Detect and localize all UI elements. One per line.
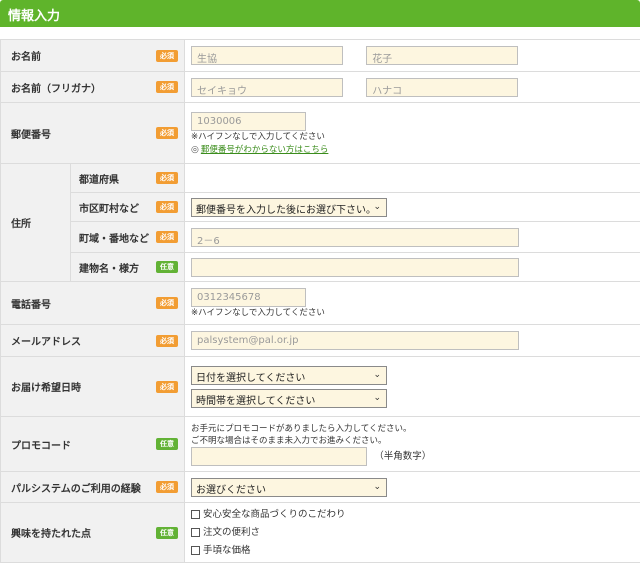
row-name: お名前 必須 生協 花子 bbox=[1, 40, 640, 72]
phone-input[interactable]: 0312345678 bbox=[191, 288, 306, 307]
prefecture-value bbox=[185, 164, 640, 193]
label-address: 住所 bbox=[1, 164, 71, 282]
required-badge: 必須 bbox=[156, 381, 178, 393]
city-select[interactable]: 郵便番号を入力した後にお選び下さい。 ⌄ bbox=[191, 198, 387, 217]
label-interests: 興味を持たれた点 任意 bbox=[1, 503, 185, 563]
row-interests: 興味を持たれた点 任意 安心安全な商品づくりのこだわり 注文の便利さ 手頃な価格 bbox=[1, 503, 640, 563]
label-name: お名前 必須 bbox=[1, 40, 185, 72]
label-promo: プロモコード 任意 bbox=[1, 417, 185, 472]
required-badge: 必須 bbox=[156, 481, 178, 493]
required-badge: 必須 bbox=[156, 172, 178, 184]
first-name-input[interactable]: 花子 bbox=[366, 46, 518, 65]
row-street: 町域・番地など 必須 2－6 bbox=[1, 222, 640, 253]
interest-checkbox[interactable]: 安心安全な商品づくりのこだわり bbox=[191, 506, 634, 524]
promo-code-input[interactable] bbox=[191, 447, 367, 466]
row-promo: プロモコード 任意 お手元にプロモコードがありましたら入力してください。 ご不明… bbox=[1, 417, 640, 472]
postal-code-input[interactable]: 1030006 bbox=[191, 112, 306, 131]
first-name-kana-input[interactable]: ハナコ bbox=[366, 78, 518, 97]
row-experience: パルシステムのご利用の経験 必須 お選びください ⌄ bbox=[1, 472, 640, 503]
checkbox-icon bbox=[191, 546, 200, 555]
street-input[interactable]: 2－6 bbox=[191, 228, 519, 247]
row-city: 市区町村など 必須 郵便番号を入力した後にお選び下さい。 ⌄ bbox=[1, 193, 640, 222]
optional-badge: 任意 bbox=[156, 438, 178, 450]
phone-note: ※ハイフンなしで入力してください bbox=[191, 307, 634, 319]
experience-select[interactable]: お選びください ⌄ bbox=[191, 478, 387, 497]
label-experience: パルシステムのご利用の経験 必須 bbox=[1, 472, 185, 503]
checkbox-icon bbox=[191, 528, 200, 537]
section-header: 情報入力 bbox=[0, 0, 640, 27]
optional-badge: 任意 bbox=[156, 261, 178, 273]
row-delivery: お届け希望日時 必須 日付を選択してください ⌄ 時間帯を選択してください ⌄ bbox=[1, 357, 640, 417]
last-name-kana-input[interactable]: セイキョウ bbox=[191, 78, 343, 97]
label-delivery: お届け希望日時 必須 bbox=[1, 357, 185, 417]
promo-note-2: ご不明な場合はそのまま未入力でお進みください。 bbox=[191, 435, 634, 447]
building-input[interactable] bbox=[191, 258, 519, 277]
delivery-time-select[interactable]: 時間帯を選択してください ⌄ bbox=[191, 389, 387, 408]
section-title: 情報入力 bbox=[8, 9, 60, 24]
row-name-kana: お名前（フリガナ） 必須 セイキョウ ハナコ bbox=[1, 72, 640, 103]
label-email: メールアドレス 必須 bbox=[1, 325, 185, 357]
delivery-date-select[interactable]: 日付を選択してください ⌄ bbox=[191, 366, 387, 385]
required-badge: 必須 bbox=[156, 231, 178, 243]
required-badge: 必須 bbox=[156, 335, 178, 347]
info-form: お名前 必須 生協 花子 お名前（フリガナ） 必須 セイキョウ ハナコ 郵便番号… bbox=[0, 39, 640, 563]
row-building: 建物名・様方 任意 bbox=[1, 253, 640, 282]
required-badge: 必須 bbox=[156, 201, 178, 213]
chevron-down-icon: ⌄ bbox=[373, 482, 381, 492]
promo-note-1: お手元にプロモコードがありましたら入力してください。 bbox=[191, 423, 634, 435]
postal-lookup-link[interactable]: 郵便番号がわからない方はこちら bbox=[201, 145, 329, 155]
row-phone: 電話番号 必須 0312345678 ※ハイフンなしで入力してください bbox=[1, 282, 640, 325]
label-prefecture: 都道府県 必須 bbox=[71, 164, 185, 193]
postal-note: ※ハイフンなしで入力してください bbox=[191, 131, 634, 143]
last-name-input[interactable]: 生協 bbox=[191, 46, 343, 65]
label-postal: 郵便番号 必須 bbox=[1, 103, 185, 164]
link-icon: ◎ bbox=[191, 145, 199, 155]
row-postal: 郵便番号 必須 1030006 ※ハイフンなしで入力してください ◎郵便番号がわ… bbox=[1, 103, 640, 164]
required-badge: 必須 bbox=[156, 50, 178, 62]
row-email: メールアドレス 必須 palsystem@pal.or.jp bbox=[1, 325, 640, 357]
checkbox-icon bbox=[191, 510, 200, 519]
label-phone: 電話番号 必須 bbox=[1, 282, 185, 325]
interest-checkbox[interactable]: 手頃な価格 bbox=[191, 542, 634, 560]
promo-suffix: （半角数字） bbox=[374, 451, 431, 462]
required-badge: 必須 bbox=[156, 127, 178, 139]
label-city: 市区町村など 必須 bbox=[71, 193, 185, 222]
required-badge: 必須 bbox=[156, 297, 178, 309]
chevron-down-icon: ⌄ bbox=[373, 370, 381, 380]
label-street: 町域・番地など 必須 bbox=[71, 222, 185, 253]
optional-badge: 任意 bbox=[156, 527, 178, 539]
label-name-kana: お名前（フリガナ） 必須 bbox=[1, 72, 185, 103]
required-badge: 必須 bbox=[156, 81, 178, 93]
interest-checkbox[interactable]: 注文の便利さ bbox=[191, 524, 634, 542]
chevron-down-icon: ⌄ bbox=[373, 202, 381, 212]
chevron-down-icon: ⌄ bbox=[373, 393, 381, 403]
label-building: 建物名・様方 任意 bbox=[71, 253, 185, 282]
email-input[interactable]: palsystem@pal.or.jp bbox=[191, 331, 519, 350]
row-prefecture: 住所 都道府県 必須 bbox=[1, 164, 640, 193]
